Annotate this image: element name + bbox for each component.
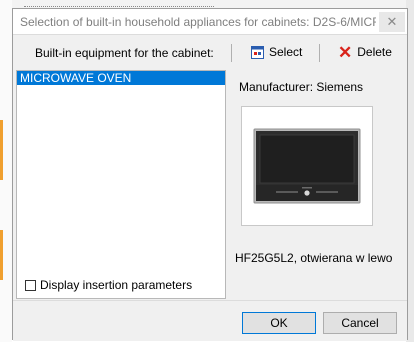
- close-icon: ✕: [386, 14, 398, 29]
- toolbar-separator: [319, 44, 320, 62]
- dialog-title: Selection of built-in household applianc…: [20, 15, 376, 29]
- display-insertion-option[interactable]: Display insertion parameters: [25, 278, 192, 292]
- equipment-list[interactable]: MICROWAVE OVEN: [16, 70, 226, 299]
- background-accent-mark: [0, 120, 3, 180]
- appliance-details: Manufacturer: Siemens HF25G5L2, otwieran…: [235, 70, 392, 299]
- dialog-footer: OK Cancel: [13, 300, 407, 341]
- manufacturer-label: Manufacturer: Siemens: [239, 80, 364, 94]
- delete-icon: ✕: [338, 42, 353, 62]
- equipment-label: Built-in equipment for the cabinet:: [35, 46, 214, 60]
- ok-button[interactable]: OK: [242, 312, 316, 334]
- background-drawing: [24, 0, 214, 7]
- toolbar-separator: [231, 44, 232, 62]
- select-label: Select: [269, 45, 303, 59]
- select-icon: [251, 45, 264, 59]
- close-button[interactable]: ✕: [379, 12, 405, 32]
- dialog-titlebar[interactable]: Selection of built-in household applianc…: [13, 9, 407, 35]
- background-accent-mark: [0, 230, 3, 280]
- select-button[interactable]: Select: [251, 41, 302, 63]
- list-item[interactable]: MICROWAVE OVEN: [17, 71, 225, 85]
- dialog-toolbar: Built-in equipment for the cabinet: Sele…: [13, 35, 407, 69]
- delete-label: Delete: [357, 45, 392, 59]
- cancel-button[interactable]: Cancel: [323, 312, 397, 334]
- model-label: HF25G5L2, otwierana w lewo: [235, 251, 393, 265]
- delete-button[interactable]: ✕ Delete: [338, 41, 392, 63]
- microwave-illustration: [253, 128, 361, 204]
- display-insertion-checkbox[interactable]: [25, 279, 36, 291]
- appliance-selection-dialog: Selection of built-in household applianc…: [12, 8, 408, 341]
- display-insertion-label: Display insertion parameters: [40, 278, 193, 292]
- appliance-image: [241, 106, 373, 226]
